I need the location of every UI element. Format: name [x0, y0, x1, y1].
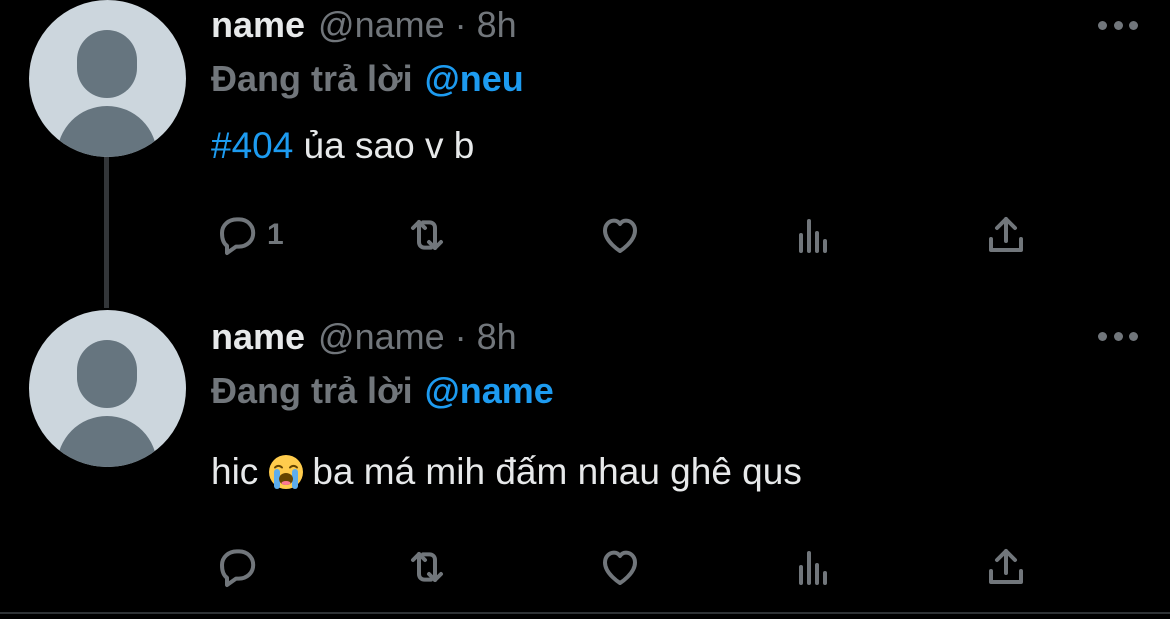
- views-icon: [799, 219, 827, 253]
- tweet-text: hic ba má mih đấm nhau ghê qus: [211, 451, 802, 493]
- views-icon: [799, 551, 827, 585]
- reply-count: 1: [267, 218, 284, 251]
- user-handle[interactable]: @name: [318, 4, 445, 46]
- views-button[interactable]: [789, 210, 837, 260]
- share-icon: [989, 217, 1023, 252]
- tweet-header: name @name · 8h: [211, 4, 517, 48]
- separator-dot: ·: [454, 4, 467, 45]
- tweet-actions: [213, 542, 1043, 592]
- retweet-icon: [411, 220, 443, 250]
- more-options-icon[interactable]: [1098, 19, 1138, 31]
- display-name[interactable]: name: [211, 316, 305, 358]
- avatar-body-shape: [57, 106, 157, 157]
- tweet-text-after-emoji: ba má mih đấm nhau ghê qus: [312, 451, 802, 492]
- avatar-head-shape: [77, 30, 137, 98]
- share-icon: [989, 549, 1023, 584]
- avatar[interactable]: [29, 0, 186, 157]
- loudly-crying-face-icon: [269, 455, 304, 489]
- reply-icon: [220, 217, 256, 255]
- tweet[interactable]: name @name · 8h Đang trả lời @name hic ba…: [0, 310, 1170, 610]
- replying-to-label: Đang trả lời: [211, 370, 413, 411]
- tweet-text-before-emoji: hic: [211, 451, 259, 492]
- user-handle[interactable]: @name: [318, 316, 445, 358]
- more-dot: [1113, 331, 1123, 341]
- reply-mention-link[interactable]: @neu: [425, 58, 524, 99]
- reply-mention-link[interactable]: @name: [425, 370, 554, 411]
- tweet-text: #404 ủa sao v b: [211, 125, 474, 167]
- more-dot: [1129, 331, 1138, 341]
- retweet-icon: [411, 552, 443, 582]
- replying-to: Đang trả lời @neu: [211, 58, 524, 100]
- more-dot: [1113, 20, 1123, 30]
- tweet-actions: 1: [213, 210, 1043, 260]
- share-button[interactable]: [982, 210, 1030, 260]
- more-dot: [1098, 331, 1107, 341]
- avatar-head-shape: [77, 340, 137, 408]
- bottom-divider: [0, 612, 1170, 614]
- replying-to: Đang trả lời @name: [211, 370, 554, 412]
- avatar[interactable]: [29, 310, 186, 467]
- hashtag-link[interactable]: #404: [211, 125, 293, 166]
- avatar-body-shape: [57, 416, 157, 467]
- like-button[interactable]: [596, 542, 644, 592]
- more-dot: [1129, 20, 1138, 30]
- reply-button[interactable]: 1: [213, 210, 284, 260]
- more-options-icon[interactable]: [1098, 330, 1138, 342]
- views-button[interactable]: [789, 542, 837, 592]
- tweet-thread: name @name · 8h Đang trả lời @neu #404 ủa…: [0, 0, 1170, 619]
- retweet-button[interactable]: [403, 542, 451, 592]
- like-icon: [603, 550, 637, 585]
- tweet-header: name @name · 8h: [211, 316, 517, 360]
- tweet-text-body: ủa sao v b: [293, 125, 475, 166]
- like-button[interactable]: [596, 210, 644, 260]
- reply-icon: [220, 549, 256, 587]
- reply-button[interactable]: [213, 542, 267, 592]
- replying-to-label: Đang trả lời: [211, 58, 413, 99]
- retweet-button[interactable]: [403, 210, 451, 260]
- tweet[interactable]: name @name · 8h Đang trả lời @neu #404 ủa…: [0, 0, 1170, 305]
- timestamp[interactable]: 8h: [477, 4, 517, 46]
- separator-dot: ·: [454, 316, 467, 357]
- like-icon: [603, 218, 637, 253]
- share-button[interactable]: [982, 542, 1030, 592]
- more-dot: [1098, 20, 1107, 30]
- timestamp[interactable]: 8h: [477, 316, 517, 358]
- display-name[interactable]: name: [211, 4, 305, 46]
